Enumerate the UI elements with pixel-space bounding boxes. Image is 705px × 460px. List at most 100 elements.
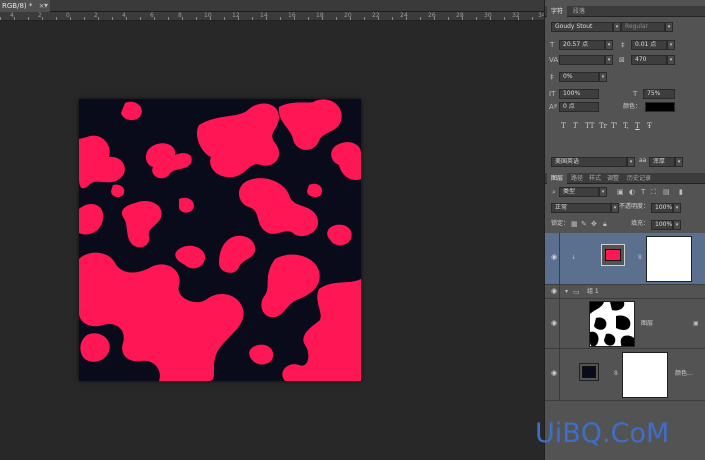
ruler-mark: 0 [66, 12, 70, 19]
document-tab[interactable]: RGB/8) * × [0, 0, 51, 12]
subscript-icon[interactable]: T, [623, 122, 629, 130]
tab-menu-icon[interactable]: ▾ [44, 0, 48, 12]
search-icon: ⌕ [552, 188, 556, 196]
link-icon[interactable]: 8 [614, 369, 618, 379]
color-label: 颜色： [623, 103, 642, 110]
chevron-down-icon[interactable]: ▾ [599, 72, 607, 82]
opacity-field[interactable]: 100% [651, 203, 673, 213]
ruler-mark: 2 [94, 12, 98, 19]
baseline-shift-field[interactable]: 0 点 [559, 102, 599, 112]
chevron-down-icon[interactable]: ▾ [605, 55, 613, 65]
fill-field[interactable]: 100% [651, 220, 673, 230]
font-size-field[interactable]: 20.57 点 [559, 40, 605, 50]
filter-smart-object-icon[interactable]: ▤ [663, 187, 670, 197]
filter-toggle-icon[interactable]: ▮ [679, 187, 683, 197]
layer-row-pattern[interactable]: ◉ 图层 ▣ [545, 299, 705, 349]
folder-icon: ▭ [573, 288, 580, 296]
tracking-field[interactable]: 470 [631, 55, 667, 65]
antialias-field[interactable]: 浑厚 [649, 157, 675, 167]
ruler-mark: 30 [484, 12, 492, 19]
ruler-mark: 18 [316, 12, 324, 19]
horizontal-scale-field[interactable]: 75% [643, 89, 675, 99]
chevron-down-icon[interactable]: ▾ [613, 22, 621, 32]
chevron-down-icon[interactable]: ▾ [605, 40, 613, 50]
ruler-mark: 6 [150, 12, 154, 19]
ruler-mark: 32 [512, 12, 520, 19]
chevron-down-icon[interactable]: ▾ [673, 220, 681, 230]
chevron-down-icon[interactable]: ▾ [627, 157, 635, 167]
layer-row-color-fill[interactable]: ◉ 8 颜色... [545, 349, 705, 401]
tab-styles[interactable]: 样式 [585, 173, 605, 184]
strikethrough-icon[interactable]: Ŧ [647, 122, 652, 130]
eye-icon[interactable]: ◉ [551, 253, 557, 261]
chevron-down-icon[interactable]: ▾ [565, 287, 568, 297]
filter-type-icon[interactable]: T [641, 187, 645, 197]
tab-history[interactable]: 历史记录 [623, 173, 655, 184]
ruler-mark: 26 [428, 12, 436, 19]
ruler-mark: 24 [400, 12, 408, 19]
ruler-mark: 16 [288, 12, 296, 19]
tab-paragraph[interactable]: 段落 [569, 6, 589, 17]
small-caps-icon[interactable]: Tr [599, 122, 607, 130]
faux-bold-icon[interactable]: T [561, 122, 566, 130]
watermark-text: UiBQ.CoM [535, 418, 670, 449]
document-tab-label: RGB/8) * [2, 2, 33, 10]
font-style-field[interactable]: Regular [621, 22, 665, 32]
eye-icon[interactable]: ◉ [551, 369, 557, 377]
tab-layers[interactable]: 图层 [547, 173, 568, 184]
lock-label: 锁定： [551, 220, 570, 227]
filter-pixel-icon[interactable]: ▣ [617, 187, 624, 197]
chevron-down-icon[interactable]: ▾ [667, 40, 675, 50]
language-field[interactable]: 美国英语 [551, 157, 627, 167]
pink-swatch [605, 249, 621, 261]
chevron-down-icon[interactable]: ▾ [667, 55, 675, 65]
superscript-icon[interactable]: T' [611, 122, 618, 130]
filter-shape-icon[interactable]: ⛶ [651, 187, 656, 197]
lock-position-icon[interactable]: ✥ [591, 219, 597, 229]
horizontal-ruler: 4 2 0 2 4 6 8 10 12 14 16 18 20 22 24 26… [0, 12, 544, 21]
chevron-down-icon[interactable]: ▾ [611, 203, 619, 213]
chevron-down-icon[interactable]: ▾ [665, 22, 673, 32]
underline-icon[interactable]: T [635, 122, 640, 130]
eye-icon[interactable]: ◉ [551, 319, 557, 327]
ruler-mark: 2 [38, 12, 42, 19]
kerning-field[interactable] [559, 55, 605, 65]
fill-color-thumbnail[interactable] [601, 244, 625, 266]
tab-paths[interactable]: 路径 [567, 173, 587, 184]
eye-icon[interactable]: ◉ [551, 287, 557, 295]
link-icon[interactable]: 8 [638, 253, 642, 263]
layer-row-color-fill-selected[interactable]: ◉ ↓ 8 [545, 233, 705, 285]
vertical-scale-field[interactable]: 100% [559, 89, 599, 99]
layer-group-row[interactable]: ◉ ▾ ▭ 组 1 [545, 285, 705, 299]
leading-field[interactable]: 0.01 点 [631, 40, 667, 50]
filter-adjustment-icon[interactable]: ◐ [629, 187, 635, 197]
lock-all-icon[interactable]: 🔒︎ [603, 219, 607, 229]
layers-panel-tabs: 图层 路径 样式 调整 历史记录 [545, 173, 705, 184]
fill-color-thumbnail[interactable] [579, 363, 599, 381]
pattern-layer-thumbnail[interactable] [589, 301, 635, 347]
lock-transparent-icon[interactable]: ▦ [571, 219, 578, 229]
font-family-field[interactable]: Goudy Stout [551, 22, 613, 32]
scale-icon: ‡ [550, 73, 554, 81]
document-canvas[interactable] [79, 99, 361, 381]
lock-paint-icon[interactable]: ✎ [581, 219, 587, 229]
pattern-layer-name: 图层 [641, 320, 654, 327]
clip-arrow-icon: ↓ [571, 254, 577, 261]
chevron-down-icon[interactable]: ▾ [675, 157, 683, 167]
layer-mask-thumbnail[interactable] [622, 352, 668, 398]
blend-mode-field[interactable]: 正常 [551, 203, 611, 213]
ruler-mark: 8 [178, 12, 182, 19]
chevron-down-icon[interactable]: ▾ [599, 187, 607, 197]
ruler-mark: 4 [122, 12, 126, 19]
all-caps-icon[interactable]: TT [585, 122, 594, 130]
ruler-mark: 20 [344, 12, 352, 19]
text-color-swatch[interactable] [645, 102, 675, 112]
filter-kind-field[interactable]: 类型 [559, 187, 599, 197]
chevron-down-icon[interactable]: ▾ [673, 203, 681, 213]
faux-italic-icon[interactable]: T [573, 122, 578, 130]
baseline-scale-field[interactable]: 0% [559, 72, 599, 82]
layer-mask-thumbnail[interactable] [646, 236, 692, 282]
tab-adjustments[interactable]: 调整 [603, 173, 623, 184]
group-name: 组 1 [587, 288, 599, 295]
tab-character[interactable]: 字符 [547, 6, 568, 17]
